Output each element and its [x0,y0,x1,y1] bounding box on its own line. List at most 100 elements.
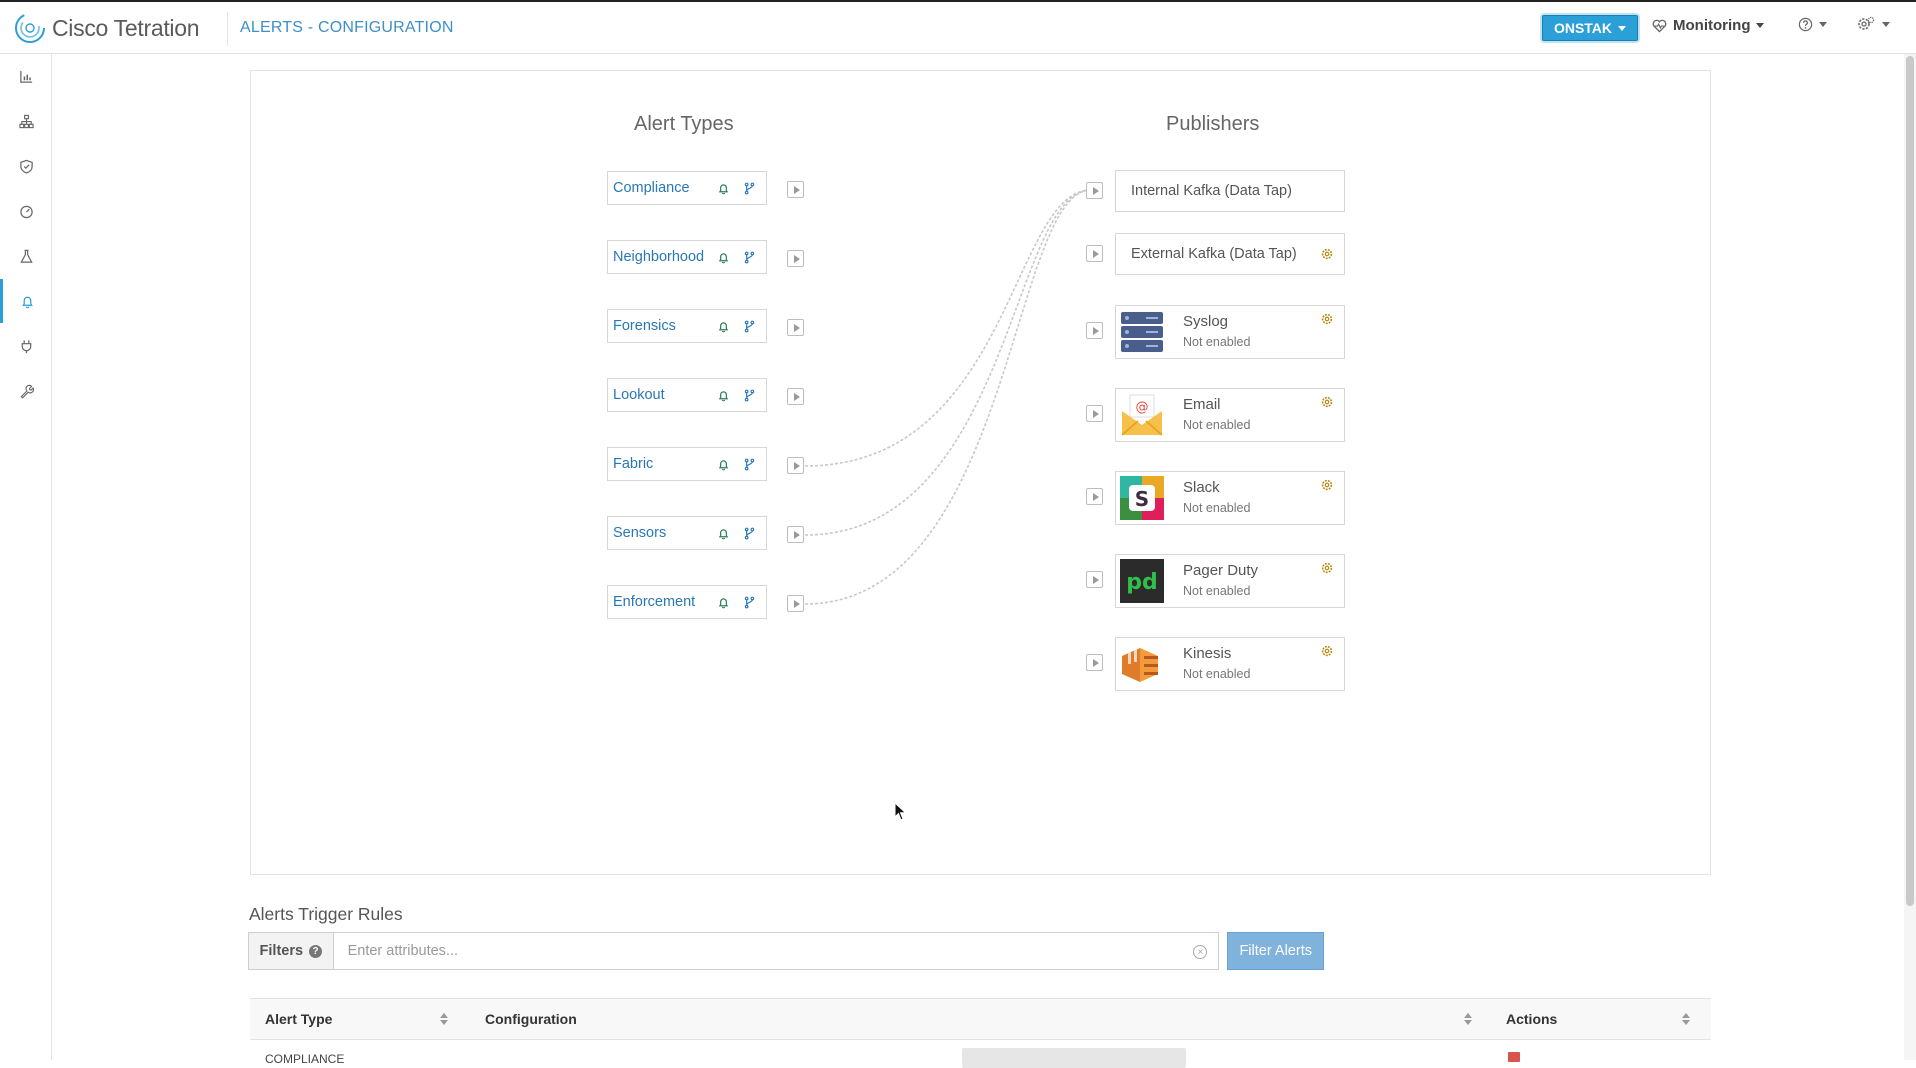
alert-type-label[interactable]: Compliance [613,180,714,196]
alert-type-label[interactable]: Neighborhood [613,249,714,265]
trash-icon[interactable] [1508,1052,1520,1062]
code-branch-icon[interactable] [740,593,758,611]
alert-type-neighborhood[interactable]: Neighborhood [607,240,767,274]
alert-type-label[interactable]: Enforcement [613,594,714,610]
publisher-internal-kafka[interactable]: Internal Kafka (Data Tap) [1115,170,1345,212]
publisher-input-port-slack[interactable] [1086,488,1103,505]
publisher-status: Not enabled [1183,667,1251,681]
code-branch-icon[interactable] [740,386,758,404]
sidebar-item-alerts[interactable] [0,279,52,323]
publisher-input-port-syslog[interactable] [1086,322,1103,339]
sort-icon[interactable] [1682,1012,1690,1026]
alert-type-forensics[interactable]: Forensics [607,309,767,343]
left-nav-sidebar [0,54,52,1060]
gear-icon[interactable] [1320,644,1334,658]
publisher-kinesis[interactable]: Kinesis Not enabled [1115,637,1345,691]
publisher-pagerduty[interactable]: pd Pager Duty Not enabled [1115,554,1345,608]
alert-output-port-forensics[interactable] [787,319,804,336]
bell-icon[interactable] [714,248,732,266]
publisher-input-port-external-kafka[interactable] [1086,245,1103,262]
publisher-input-port-internal-kafka[interactable] [1086,182,1103,199]
monitoring-label: Monitoring [1673,17,1751,34]
app-logo[interactable]: Cisco Tetration [14,12,200,44]
gear-icon[interactable] [1320,247,1334,261]
gear-icon[interactable] [1320,561,1334,575]
svg-text:pd: pd [1126,570,1158,595]
publisher-input-port-kinesis[interactable] [1086,654,1103,671]
sidebar-item-maintenance[interactable] [0,369,52,413]
alert-output-port-sensors[interactable] [787,526,804,543]
gear-icon[interactable] [1320,312,1334,326]
alert-output-port-compliance[interactable] [787,181,804,198]
publisher-slack[interactable]: S Slack Not enabled [1115,471,1345,525]
bell-icon[interactable] [714,593,732,611]
plug-icon [21,339,31,353]
code-branch-icon[interactable] [740,455,758,473]
pagerduty-logo-icon: pd [1120,559,1164,603]
alert-type-label[interactable]: Fabric [613,456,714,472]
alert-type-fabric[interactable]: Fabric [607,447,767,481]
code-branch-icon[interactable] [740,524,758,542]
alert-type-label[interactable]: Lookout [613,387,714,403]
sidebar-item-dashboard[interactable] [0,54,52,98]
sidebar-item-topology[interactable] [0,99,52,143]
column-header-alert-type[interactable]: Alert Type [265,1011,332,1027]
dashboard-chart-icon [19,70,32,83]
publisher-email[interactable]: @ Email Not enabled [1115,388,1345,442]
chevron-down-icon [1756,23,1765,28]
page-scrollbar[interactable] [1904,54,1916,1060]
publisher-name: Kinesis [1183,645,1232,662]
sidebar-item-security[interactable] [0,144,52,188]
gear-icon[interactable] [1320,478,1334,492]
publisher-input-port-email[interactable] [1086,405,1103,422]
filter-alerts-button[interactable]: Filter Alerts [1227,932,1324,970]
sidebar-item-monitoring[interactable] [0,189,52,233]
alert-type-sensors[interactable]: Sensors [607,516,767,550]
sidebar-item-lab[interactable] [0,234,52,278]
column-header-actions[interactable]: Actions [1506,1011,1557,1027]
bell-icon[interactable] [714,179,732,197]
bell-icon[interactable] [714,386,732,404]
bell-icon[interactable] [714,524,732,542]
alert-type-enforcement[interactable]: Enforcement [607,585,767,619]
alert-type-lookout[interactable]: Lookout [607,378,767,412]
sort-icon[interactable] [440,1012,448,1026]
trigger-rules-title: Alerts Trigger Rules [249,904,403,924]
alert-output-port-lookout[interactable] [787,388,804,405]
help-menu[interactable] [1798,17,1827,32]
publisher-status: Not enabled [1183,418,1251,432]
alert-output-port-enforcement[interactable] [787,595,804,612]
settings-menu[interactable] [1856,15,1890,33]
svg-text:S: S [1135,487,1149,511]
alert-type-label[interactable]: Forensics [613,318,714,334]
header-divider [227,12,228,46]
filter-attributes-input[interactable]: Enter attributes... × [333,932,1220,970]
code-branch-icon[interactable] [740,317,758,335]
code-branch-icon[interactable] [740,179,758,197]
chevron-down-icon [1882,21,1890,27]
connection-sensors-to-internal-kafka [804,189,1092,536]
alert-output-port-neighborhood[interactable] [787,250,804,267]
alert-type-compliance[interactable]: Compliance [607,171,767,205]
connection-enforcement-to-internal-kafka [804,189,1092,605]
code-branch-icon[interactable] [740,248,758,266]
scope-dropdown-button[interactable]: ONSTAK [1542,15,1638,41]
publisher-syslog[interactable]: Syslog Not enabled [1115,305,1345,359]
help-icon[interactable]: ? [309,944,323,958]
alert-output-port-fabric[interactable] [787,457,804,474]
alert-type-label[interactable]: Sensors [613,525,714,541]
sort-icon[interactable] [1464,1012,1472,1026]
gear-icon[interactable] [1320,395,1334,409]
publisher-input-port-pagerduty[interactable] [1086,571,1103,588]
configuration-chip [962,1048,1186,1068]
column-header-configuration[interactable]: Configuration [485,1011,577,1027]
bell-icon[interactable] [714,455,732,473]
scrollbar-thumb[interactable] [1906,56,1914,906]
brand-name: Cisco Tetration [52,14,200,41]
clear-icon[interactable]: × [1193,945,1208,959]
bell-icon[interactable] [714,317,732,335]
sidebar-item-integrations[interactable] [0,324,52,368]
chevron-down-icon [1819,22,1827,27]
publisher-external-kafka[interactable]: External Kafka (Data Tap) [1115,233,1345,275]
monitoring-menu[interactable]: Monitoring [1652,17,1765,34]
